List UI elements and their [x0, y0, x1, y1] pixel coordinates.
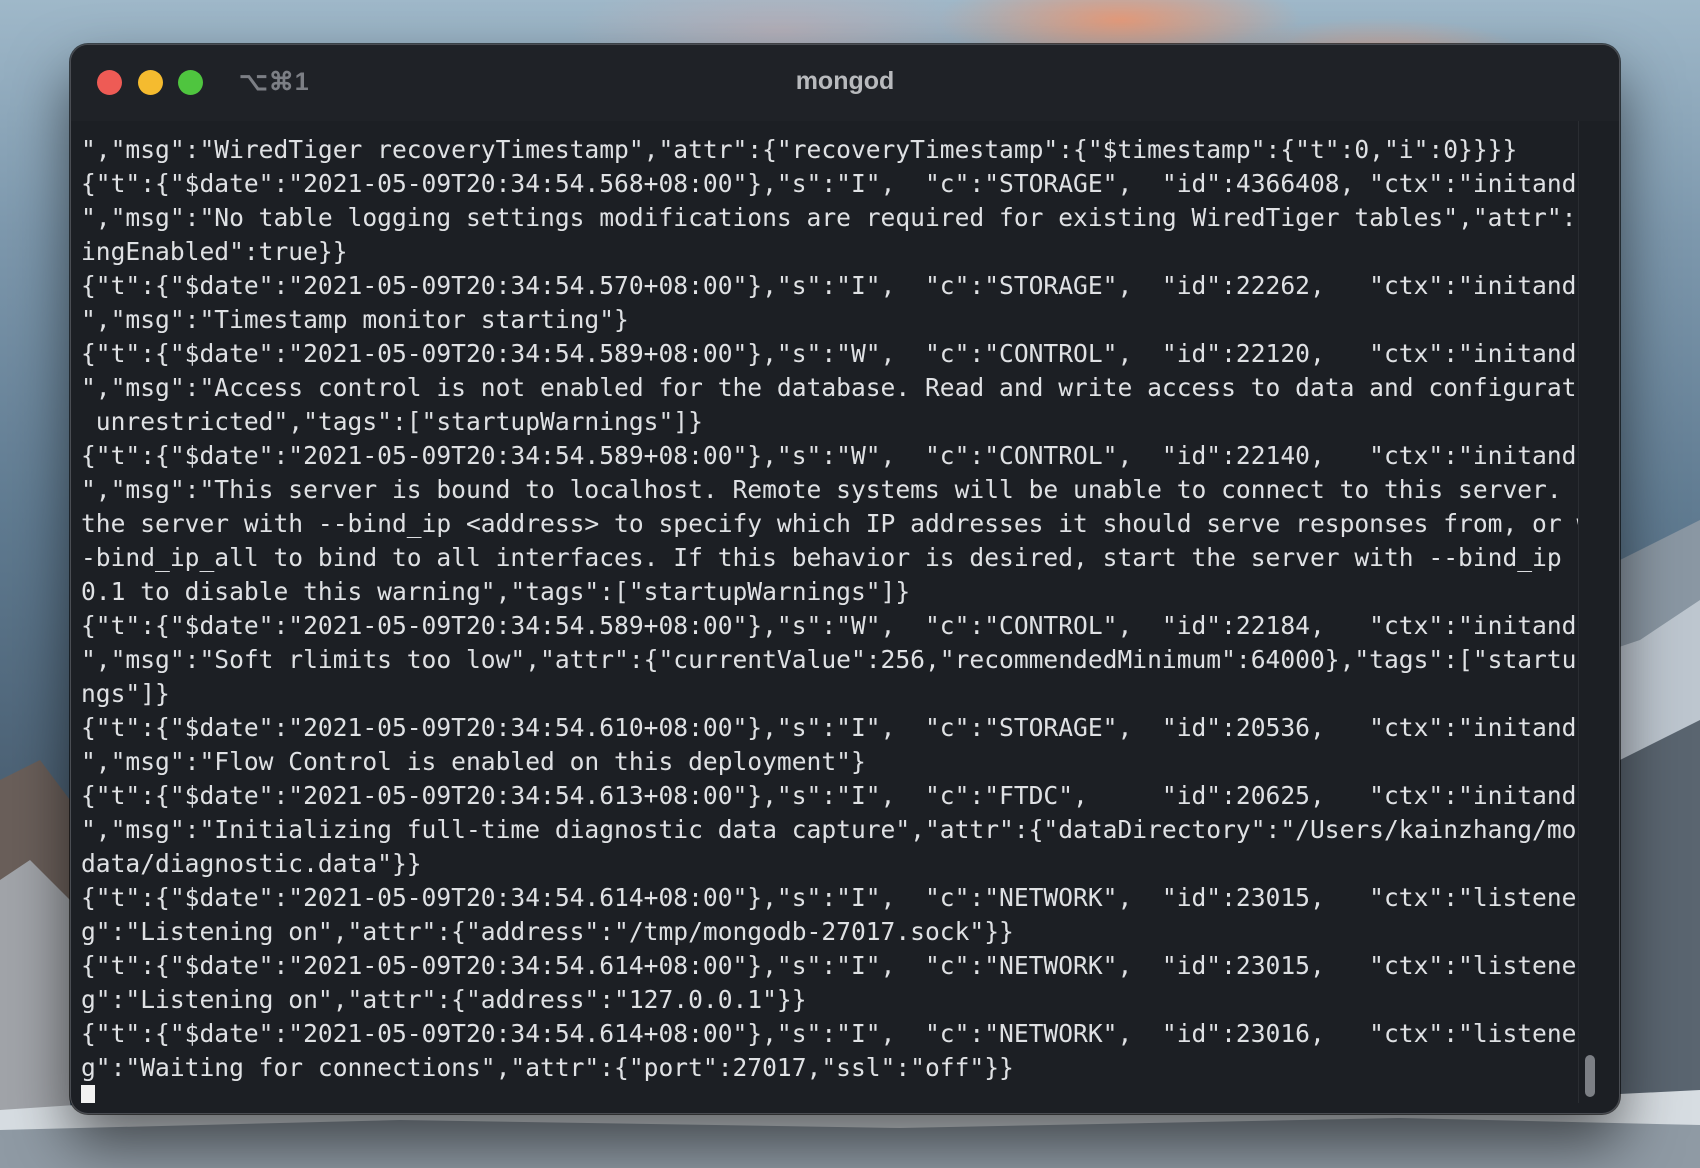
- vertical-scrollbar[interactable]: [1578, 121, 1601, 1103]
- terminal-line: ","msg":"Access control is not enabled f…: [81, 373, 1579, 402]
- terminal-line: the server with --bind_ip <address> to s…: [81, 509, 1579, 538]
- terminal-line: {"t":{"$date":"2021-05-09T20:34:54.589+0…: [81, 339, 1579, 368]
- terminal-line: g":"Listening on","attr":{"address":"127…: [81, 985, 807, 1014]
- terminal-line: ","msg":"WiredTiger recoveryTimestamp","…: [81, 135, 1518, 164]
- terminal-line: {"t":{"$date":"2021-05-09T20:34:54.614+0…: [81, 883, 1579, 912]
- terminal-line: ","msg":"This server is bound to localho…: [81, 475, 1579, 504]
- window-title: mongod: [795, 67, 895, 95]
- terminal-line: {"t":{"$date":"2021-05-09T20:34:54.613+0…: [81, 781, 1579, 810]
- terminal-line: {"t":{"$date":"2021-05-09T20:34:54.589+0…: [81, 611, 1579, 640]
- terminal-line: {"t":{"$date":"2021-05-09T20:34:54.589+0…: [81, 441, 1579, 470]
- terminal-line: ngs"]}: [81, 679, 170, 708]
- text-cursor: [81, 1085, 95, 1103]
- terminal-line: {"t":{"$date":"2021-05-09T20:34:54.614+0…: [81, 951, 1579, 980]
- terminal-window[interactable]: ⌥⌘1 mongod ","msg":"WiredTiger recoveryT…: [70, 44, 1620, 1114]
- terminal-line: ","msg":"Timestamp monitor starting"}: [81, 305, 629, 334]
- terminal-line: ingEnabled":true}}: [81, 237, 348, 266]
- terminal-line: {"t":{"$date":"2021-05-09T20:34:54.568+0…: [81, 169, 1579, 198]
- terminal-line: ","msg":"Flow Control is enabled on this…: [81, 747, 866, 776]
- terminal-line: data/diagnostic.data"}}: [81, 849, 422, 878]
- terminal-line: {"t":{"$date":"2021-05-09T20:34:54.610+0…: [81, 713, 1579, 742]
- window-titlebar[interactable]: ⌥⌘1 mongod: [71, 45, 1619, 121]
- terminal-line: g":"Waiting for connections","attr":{"po…: [81, 1053, 1014, 1082]
- terminal-line: {"t":{"$date":"2021-05-09T20:34:54.570+0…: [81, 271, 1579, 300]
- terminal-line: 0.1 to disable this warning","tags":["st…: [81, 577, 911, 606]
- terminal-line: {"t":{"$date":"2021-05-09T20:34:54.614+0…: [81, 1019, 1579, 1048]
- terminal-line: ","msg":"Initializing full-time diagnost…: [81, 815, 1579, 844]
- terminal-line: unrestricted","tags":["startupWarnings"]…: [81, 407, 703, 436]
- terminal-output[interactable]: ","msg":"WiredTiger recoveryTimestamp","…: [81, 121, 1579, 1103]
- terminal-line: -bind_ip_all to bind to all interfaces. …: [81, 543, 1579, 572]
- terminal-line: g":"Listening on","attr":{"address":"/tm…: [81, 917, 1014, 946]
- scrollbar-thumb[interactable]: [1585, 1055, 1595, 1097]
- terminal-line: ","msg":"No table logging settings modif…: [81, 203, 1579, 232]
- terminal-line: ","msg":"Soft rlimits too low","attr":{"…: [81, 645, 1579, 674]
